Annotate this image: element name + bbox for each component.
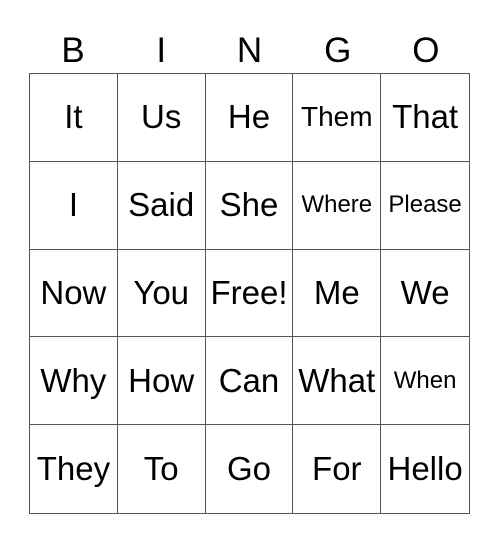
- bingo-cell[interactable]: Us: [117, 74, 206, 162]
- bingo-cell[interactable]: She: [205, 161, 294, 250]
- bingo-cell[interactable]: I: [30, 161, 118, 250]
- bingo-cell[interactable]: It: [30, 74, 118, 162]
- header-letter-i: I: [156, 31, 167, 70]
- bingo-cell[interactable]: Now: [30, 249, 118, 338]
- bingo-cell[interactable]: Where: [293, 161, 382, 250]
- bingo-cell[interactable]: He: [205, 74, 294, 162]
- header-letter-o: O: [412, 31, 440, 70]
- bingo-cell[interactable]: Why: [30, 337, 118, 426]
- header-letter-n: N: [236, 31, 263, 70]
- free-space-cell[interactable]: Free!: [205, 249, 294, 338]
- bingo-cell[interactable]: Said: [117, 161, 206, 250]
- bingo-cell[interactable]: Hello: [381, 425, 469, 513]
- bingo-cell[interactable]: They: [30, 425, 118, 513]
- header-letter-b: B: [61, 31, 85, 70]
- bingo-cell[interactable]: Please: [381, 162, 469, 250]
- bingo-cell[interactable]: That: [381, 74, 469, 162]
- bingo-cell[interactable]: Can: [205, 337, 294, 426]
- header-letter-g: G: [324, 31, 352, 70]
- bingo-cell[interactable]: How: [117, 337, 206, 426]
- bingo-cell[interactable]: What: [293, 337, 382, 426]
- bingo-cell[interactable]: When: [381, 337, 469, 426]
- bingo-cell[interactable]: Me: [293, 249, 382, 338]
- bingo-board: It Us He Them That I Said She Where Plea…: [29, 73, 470, 514]
- bingo-cell[interactable]: We: [381, 250, 469, 338]
- bingo-cell[interactable]: Go: [206, 425, 294, 513]
- bingo-cell[interactable]: You: [117, 249, 206, 338]
- bingo-cell[interactable]: Them: [293, 74, 382, 162]
- bingo-header: B I N G O: [29, 30, 470, 72]
- bingo-cell[interactable]: To: [118, 425, 206, 513]
- bingo-cell[interactable]: For: [293, 425, 382, 513]
